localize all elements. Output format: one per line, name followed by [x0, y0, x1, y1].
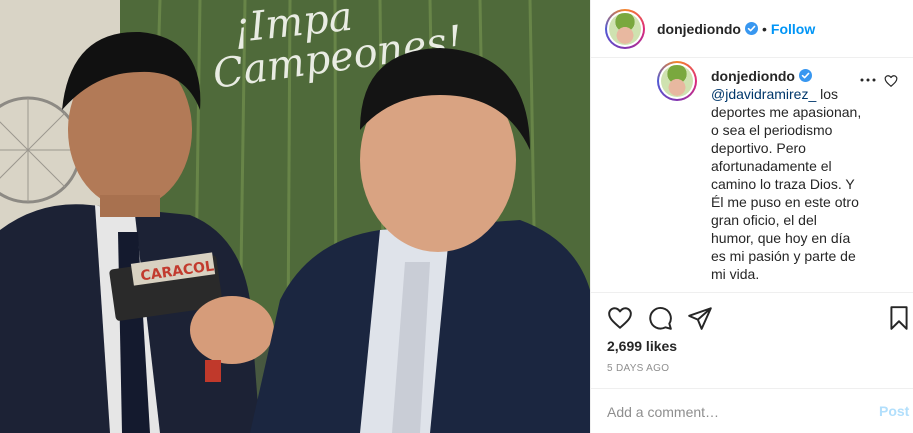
caption-verified-icon: [798, 69, 812, 82]
post-header: donjediondo • Follow: [591, 0, 913, 58]
bookmark-icon[interactable]: [886, 305, 912, 331]
heart-icon[interactable]: [607, 305, 633, 331]
likes-count[interactable]: 2,699 likes: [607, 338, 677, 354]
post-timestamp[interactable]: 5 DAYS AGO: [607, 363, 669, 374]
photo-illustration: ¡Impa Campeones! CARACOL: [0, 0, 590, 433]
caption-username[interactable]: donjediondo: [711, 68, 795, 84]
caption-avatar-image: [661, 65, 693, 97]
post-photo[interactable]: ¡Impa Campeones! CARACOL: [0, 0, 590, 433]
caption-text-block: donjediondo @jdavidramirez_ los deportes…: [711, 67, 863, 283]
more-options-icon[interactable]: [860, 77, 876, 83]
post-actions: 2,699 likes 5 DAYS AGO: [591, 292, 913, 388]
comment-icon[interactable]: [647, 305, 673, 331]
post-comment-button[interactable]: Post: [879, 403, 909, 419]
avatar-image: [609, 12, 641, 45]
caption-avatar[interactable]: [657, 61, 697, 101]
comment-like-heart-icon[interactable]: [884, 74, 898, 88]
share-icon[interactable]: [687, 305, 713, 331]
header-username[interactable]: donjediondo: [657, 21, 741, 37]
add-comment-bar: Post: [591, 388, 913, 433]
separator-dot: •: [761, 20, 767, 37]
caption-mention-link[interactable]: @jdavidramirez_: [711, 86, 816, 102]
post-side-panel: donjediondo • Follow donjediondo @jdavid…: [590, 0, 913, 433]
follow-button[interactable]: Follow: [771, 21, 815, 37]
comment-input[interactable]: [607, 402, 857, 422]
verified-icon: [744, 22, 758, 35]
caption-body: los deportes me apasionan, o sea el peri…: [711, 86, 862, 282]
avatar[interactable]: [605, 8, 645, 49]
